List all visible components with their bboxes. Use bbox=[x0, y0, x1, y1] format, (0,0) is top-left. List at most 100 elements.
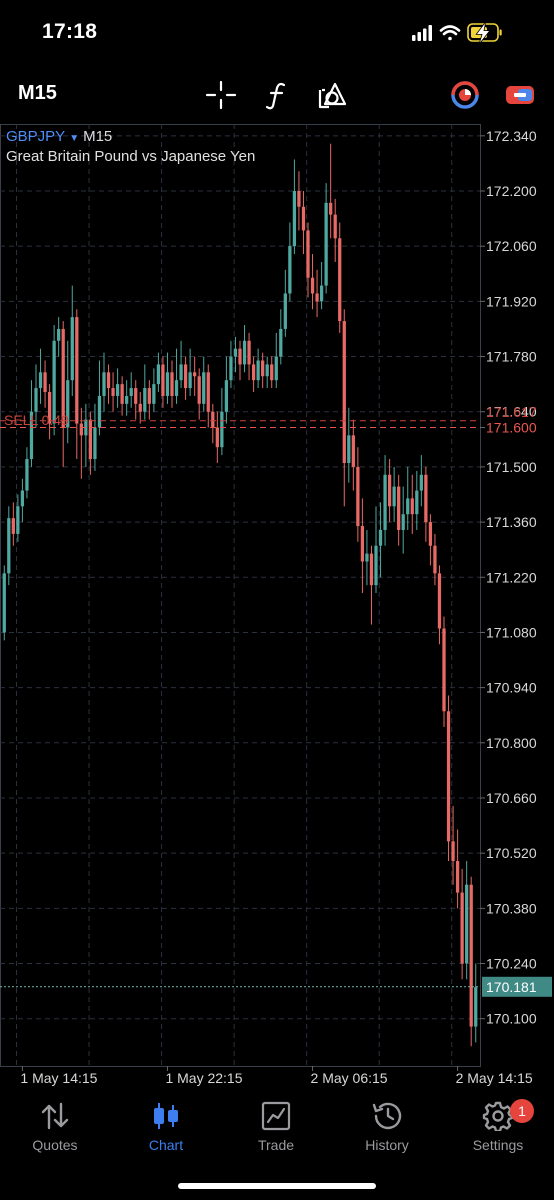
candle-body bbox=[288, 246, 292, 294]
symbol-timeframe: M15 bbox=[83, 128, 113, 145]
candle-body bbox=[143, 388, 147, 412]
x-tick-label: 2 May 06:15 bbox=[311, 1070, 388, 1086]
quotes-icon bbox=[41, 1102, 69, 1130]
status-time: 17:18 bbox=[42, 20, 98, 43]
y-tick-label: 171.600 bbox=[486, 419, 537, 435]
candle-body bbox=[220, 411, 224, 448]
symbol-header[interactable]: GBPJPY ▼ M15 bbox=[6, 128, 112, 145]
nav-chart[interactable]: Chart bbox=[116, 1101, 216, 1153]
candle-body bbox=[120, 384, 124, 404]
candle-body bbox=[437, 573, 442, 629]
candle-body bbox=[106, 372, 111, 389]
candle-body bbox=[451, 841, 455, 862]
candle-body bbox=[25, 459, 29, 491]
candle-body bbox=[310, 277, 315, 294]
candle-body bbox=[79, 423, 83, 436]
candle-body bbox=[324, 202, 328, 286]
price-chart[interactable]: 172.340 172.200 172.060 171.920 171.780 171.6… bbox=[0, 122, 554, 1092]
cellular-signal-icon bbox=[412, 25, 432, 41]
objects-icon[interactable] bbox=[317, 80, 349, 110]
candle-body bbox=[383, 474, 387, 530]
candle-body bbox=[93, 427, 97, 460]
order-price-tag: 171.617 bbox=[486, 404, 537, 420]
home-indicator[interactable] bbox=[178, 1183, 376, 1189]
nav-trade-label: Trade bbox=[257, 1137, 295, 1153]
candle-body bbox=[97, 395, 102, 428]
x-tick-label: 1 May 22:15 bbox=[165, 1070, 242, 1086]
timeframe-button[interactable]: M15 bbox=[18, 82, 57, 105]
y-tick-label: 171.780 bbox=[486, 349, 537, 365]
candle-body bbox=[378, 529, 383, 546]
candle-body bbox=[387, 474, 392, 507]
y-tick-label: 171.500 bbox=[486, 459, 537, 475]
candle-body bbox=[20, 490, 25, 507]
candle-body bbox=[270, 364, 274, 381]
candle-body bbox=[446, 711, 451, 842]
clock-icon[interactable] bbox=[449, 80, 481, 110]
candle-body bbox=[188, 372, 192, 389]
candle-body bbox=[261, 360, 265, 377]
candle-body bbox=[415, 490, 419, 515]
candle-body bbox=[211, 411, 215, 428]
candle-body bbox=[156, 364, 161, 385]
candle-body bbox=[297, 191, 301, 207]
nav-history-label: History bbox=[365, 1137, 409, 1153]
candle-body bbox=[424, 474, 428, 523]
candle-body bbox=[238, 348, 242, 365]
nav-trade[interactable]: Trade bbox=[226, 1101, 326, 1153]
nav-quotes[interactable]: Quotes bbox=[5, 1101, 105, 1153]
candle-body bbox=[75, 317, 79, 424]
status-bar: 17:18 bbox=[0, 0, 554, 62]
symbol-description: Great Britain Pound vs Japanese Yen bbox=[6, 148, 256, 165]
candle-body bbox=[165, 372, 170, 396]
candle-body bbox=[129, 388, 133, 396]
y-tick-label: 171.360 bbox=[486, 514, 537, 530]
battery-charging-icon bbox=[467, 23, 502, 43]
candle-body bbox=[419, 474, 423, 491]
y-tick-label: 171.920 bbox=[486, 293, 537, 309]
wifi-icon bbox=[439, 25, 461, 41]
candle-body bbox=[347, 435, 351, 463]
x-tick-label: 1 May 14:15 bbox=[20, 1070, 97, 1086]
candle-body bbox=[351, 435, 355, 467]
candle-body bbox=[193, 372, 197, 377]
nav-chart-label: Chart bbox=[148, 1137, 184, 1153]
y-tick-label: 170.660 bbox=[486, 790, 537, 806]
y-tick-label: 171.080 bbox=[486, 624, 537, 640]
candle-body bbox=[161, 364, 165, 396]
function-icon[interactable] bbox=[262, 80, 294, 110]
candle-body bbox=[88, 419, 93, 460]
gear-icon bbox=[482, 1101, 514, 1131]
candle-body bbox=[433, 545, 437, 574]
candle-body bbox=[206, 372, 210, 412]
candle-body bbox=[369, 553, 374, 586]
candle-body bbox=[392, 486, 396, 507]
connect-icon[interactable] bbox=[504, 80, 536, 110]
candle-body bbox=[102, 372, 106, 396]
candle-body bbox=[183, 364, 188, 389]
candle-body bbox=[460, 892, 464, 964]
nav-history[interactable]: History bbox=[337, 1101, 437, 1153]
y-tick-label: 170.380 bbox=[486, 900, 537, 916]
current-price-tag: 170.181 bbox=[486, 979, 537, 995]
nav-settings[interactable]: 1 Settings bbox=[448, 1099, 548, 1153]
candle-body bbox=[224, 380, 229, 412]
y-tick-label: 170.800 bbox=[486, 735, 537, 751]
dropdown-icon: ▼ bbox=[69, 133, 80, 144]
candle-body bbox=[428, 522, 433, 546]
candle-body bbox=[365, 553, 369, 562]
candle-body bbox=[342, 321, 346, 463]
crosshair-icon[interactable] bbox=[205, 80, 237, 110]
candle-body bbox=[147, 388, 151, 404]
candle-body bbox=[229, 356, 233, 381]
y-tick-label: 172.060 bbox=[486, 238, 537, 254]
chart-canvas[interactable]: 172.340 172.200 172.060 171.920 171.780 171.6… bbox=[0, 122, 554, 1092]
y-tick-label: 170.520 bbox=[486, 845, 537, 861]
candle-body bbox=[43, 372, 47, 393]
candlestick-icon bbox=[154, 1103, 178, 1129]
candle-body bbox=[2, 573, 6, 633]
nav-quotes-label: Quotes bbox=[32, 1137, 78, 1153]
candle-body bbox=[338, 238, 342, 322]
candle-body bbox=[374, 545, 378, 586]
trade-icon bbox=[261, 1101, 291, 1131]
